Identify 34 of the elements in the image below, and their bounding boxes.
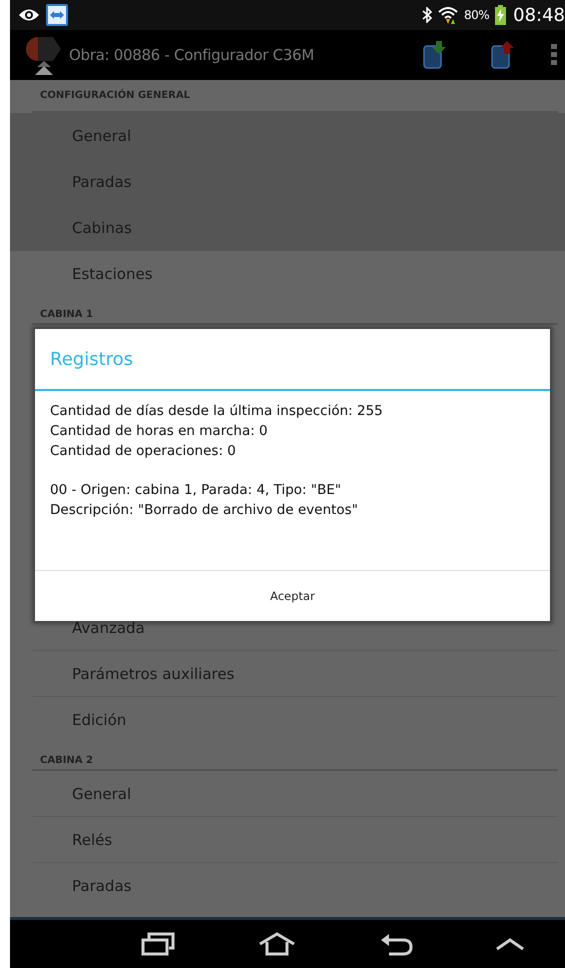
dialog-title: Registros xyxy=(35,329,550,391)
list-item[interactable]: Relés xyxy=(32,817,558,863)
list-item[interactable]: Estaciones xyxy=(32,251,558,297)
list-item[interactable]: Paradas xyxy=(32,863,558,909)
battery-charging-icon xyxy=(495,5,506,25)
list-item[interactable]: Edición xyxy=(32,697,558,743)
list-item[interactable]: Paradas xyxy=(10,159,565,205)
dialog-text: Cantidad de horas en marcha: 0 xyxy=(50,422,268,441)
list-item[interactable]: Parámetros auxiliares xyxy=(32,651,558,697)
recent-apps-icon[interactable] xyxy=(141,932,176,956)
clock-time: 08:48 xyxy=(513,4,565,26)
list-item[interactable]: General xyxy=(32,771,558,817)
dialog-text: 00 - Origen: cabina 1, Parada: 4, Tipo: "BE" xyxy=(50,481,342,500)
download-icon[interactable] xyxy=(423,41,447,69)
bluetooth-icon xyxy=(422,7,432,23)
app-title: Obra: 00886 - Configurador C36M xyxy=(69,46,314,64)
wifi-icon xyxy=(438,6,458,24)
back-icon[interactable] xyxy=(378,932,413,956)
list-item[interactable]: Cabinas xyxy=(10,205,565,251)
dialog-text: Cantidad de días desde la última inspección: 255 xyxy=(50,402,383,421)
app-logo-icon xyxy=(25,35,63,75)
home-icon[interactable] xyxy=(258,932,296,956)
dialog-text: Cantidad de operaciones: 0 xyxy=(50,442,236,461)
section-header: CABINA 2 xyxy=(32,743,558,771)
upload-icon[interactable] xyxy=(491,41,515,69)
battery-percent: 80% xyxy=(464,8,490,22)
eye-icon xyxy=(18,8,40,22)
overflow-menu-icon[interactable] xyxy=(551,44,557,66)
accept-button[interactable]: Aceptar xyxy=(35,570,550,621)
chevron-up-icon[interactable] xyxy=(496,937,524,951)
section-header: CABINA 1 xyxy=(32,297,558,325)
list-item[interactable]: General xyxy=(10,113,565,159)
dialog-text: Descripción: "Borrado de archivo de eventos" xyxy=(50,501,358,520)
remote-control-icon xyxy=(46,4,68,26)
